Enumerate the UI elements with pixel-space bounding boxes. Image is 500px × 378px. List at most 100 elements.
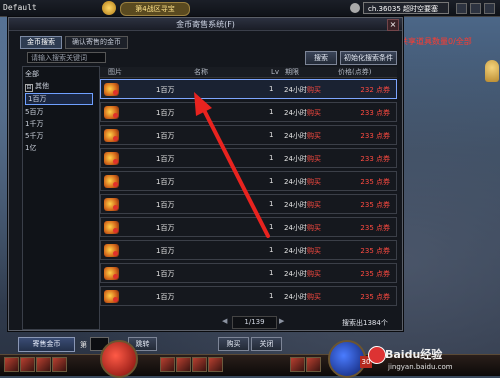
skill-slot[interactable]	[306, 357, 321, 372]
category-label: 5百万	[25, 108, 44, 116]
header-period: 期限	[285, 68, 299, 76]
window-controls	[456, 3, 495, 14]
buy-link[interactable]: 购买	[307, 269, 321, 279]
skill-slot[interactable]	[290, 357, 305, 372]
item-price: 233 点券	[360, 109, 390, 117]
item-price: 235 点券	[360, 201, 390, 209]
collapse-icon[interactable]: ⊟	[25, 84, 33, 92]
skill-slot[interactable]	[20, 357, 35, 372]
prev-page-icon[interactable]: ◀	[222, 317, 227, 325]
sell-gold-button[interactable]: 寄售金币	[18, 337, 75, 352]
item-level: 1	[269, 269, 274, 277]
close-button[interactable]: 关闭	[251, 337, 282, 351]
item-period: 24小时	[284, 201, 307, 209]
buy-link[interactable]: 购买	[307, 154, 321, 164]
buy-link[interactable]: 购买	[307, 85, 321, 95]
skill-slot[interactable]	[36, 357, 51, 372]
category-100m[interactable]: 1亿	[25, 143, 36, 153]
item-period: 24小时	[284, 247, 307, 255]
item-name: 1百万	[156, 201, 175, 209]
buy-link[interactable]: 购买	[307, 108, 321, 118]
table-row[interactable]: 1百万 1 24小时 购买 233 点券	[100, 102, 397, 122]
table-row[interactable]: 1百万 1 24小时 购买 235 点券	[100, 171, 397, 191]
server-name: 第4战区寻宝	[120, 2, 190, 16]
minimize-icon[interactable]	[456, 3, 467, 14]
item-name: 1百万	[156, 224, 175, 232]
category-label: 5千万	[25, 132, 44, 140]
item-period: 24小时	[284, 224, 307, 232]
table-row[interactable]: 1百万 1 24小时 购买 235 点券	[100, 286, 397, 306]
page-prefix-label: 第	[80, 341, 87, 349]
search-button[interactable]: 搜索	[305, 51, 337, 65]
skill-slot[interactable]	[52, 357, 67, 372]
item-level: 1	[269, 85, 274, 93]
category-label: 1百万	[28, 95, 47, 103]
item-price: 232 点券	[360, 86, 390, 94]
table-row[interactable]: 1百万 1 24小时 购买 232 点券	[100, 79, 397, 99]
buy-link[interactable]: 购买	[307, 246, 321, 256]
red-notice: 共享道具数量0/全部	[400, 37, 472, 46]
table-row[interactable]: 1百万 1 24小时 购买 235 点券	[100, 263, 397, 283]
table-row[interactable]: 1百万 1 24小时 购买 235 点券	[100, 217, 397, 237]
gold-coin-icon	[104, 106, 119, 119]
category-1m[interactable]: 1百万	[25, 93, 93, 105]
buy-link[interactable]: 购买	[307, 200, 321, 210]
category-10m[interactable]: 1千万	[25, 119, 43, 129]
gold-coin-icon	[104, 129, 119, 142]
item-price: 235 点券	[360, 224, 390, 232]
item-name: 1百万	[156, 178, 175, 186]
item-period: 24小时	[284, 109, 307, 117]
skill-slot[interactable]	[176, 357, 191, 372]
header-name: 名称	[194, 68, 208, 76]
tab-gold-search[interactable]: 金币搜索	[20, 36, 62, 49]
window-titlebar[interactable]: 金币寄售系统(F) ×	[9, 18, 402, 31]
item-name: 1百万	[156, 132, 175, 140]
gold-coin-icon	[104, 267, 119, 280]
window-close-button[interactable]: ×	[387, 19, 399, 31]
channel-icon	[350, 3, 360, 13]
default-label: Default	[3, 3, 37, 12]
maximize-icon[interactable]	[470, 3, 481, 14]
item-price: 235 点券	[360, 178, 390, 186]
item-name: 1百万	[156, 155, 175, 163]
reset-search-button[interactable]: 初始化搜索条件	[340, 51, 397, 65]
item-level: 1	[269, 223, 274, 231]
skill-slot[interactable]	[208, 357, 223, 372]
table-row[interactable]: 1百万 1 24小时 购买 233 点券	[100, 148, 397, 168]
header-price: 价格(点券)	[338, 68, 372, 76]
skill-slot[interactable]	[192, 357, 207, 372]
table-row[interactable]: 1百万 1 24小时 购买 233 点券	[100, 125, 397, 145]
table-row[interactable]: 1百万 1 24小时 购买 235 点券	[100, 240, 397, 260]
character-icon	[485, 60, 499, 82]
listing-table: 图片 名称 Lv 期限 价格(点券) 1百万 1 24小时 购买 232 点券 1百万 1 2…	[100, 67, 397, 313]
table-header: 图片 名称 Lv 期限 价格(点券)	[100, 67, 397, 78]
buy-link[interactable]: 购买	[307, 177, 321, 187]
item-level: 1	[269, 108, 274, 116]
item-period: 24小时	[284, 86, 307, 94]
gold-coin-icon	[104, 152, 119, 165]
item-price: 235 点券	[360, 293, 390, 301]
tab-confirm-consigned[interactable]: 确认寄售的金币	[65, 36, 128, 49]
buy-link[interactable]: 购买	[307, 131, 321, 141]
skill-slot[interactable]	[160, 357, 175, 372]
category-other[interactable]: ⊟ 其他	[25, 81, 49, 92]
category-5m[interactable]: 5百万	[25, 107, 43, 117]
category-label: 1千万	[25, 120, 44, 128]
next-page-icon[interactable]: ▶	[279, 317, 284, 325]
header-lv: Lv	[271, 68, 280, 76]
buy-button[interactable]: 购买	[218, 337, 249, 351]
item-period: 24小时	[284, 178, 307, 186]
channel-display[interactable]: ch.36035 超时空要塞	[363, 2, 449, 14]
buy-link[interactable]: 购买	[307, 223, 321, 233]
table-row[interactable]: 1百万 1 24小时 购买 235 点券	[100, 194, 397, 214]
search-input[interactable]: 请输入搜索关键词	[27, 52, 106, 63]
buy-link[interactable]: 购买	[307, 292, 321, 302]
category-all[interactable]: 全部	[25, 69, 39, 79]
item-level: 1	[269, 292, 274, 300]
category-label: 1亿	[25, 144, 37, 152]
category-label: 全部	[25, 70, 39, 78]
skill-slot[interactable]	[4, 357, 19, 372]
gold-coin-icon	[104, 290, 119, 303]
close-icon[interactable]	[484, 3, 495, 14]
category-50m[interactable]: 5千万	[25, 131, 43, 141]
